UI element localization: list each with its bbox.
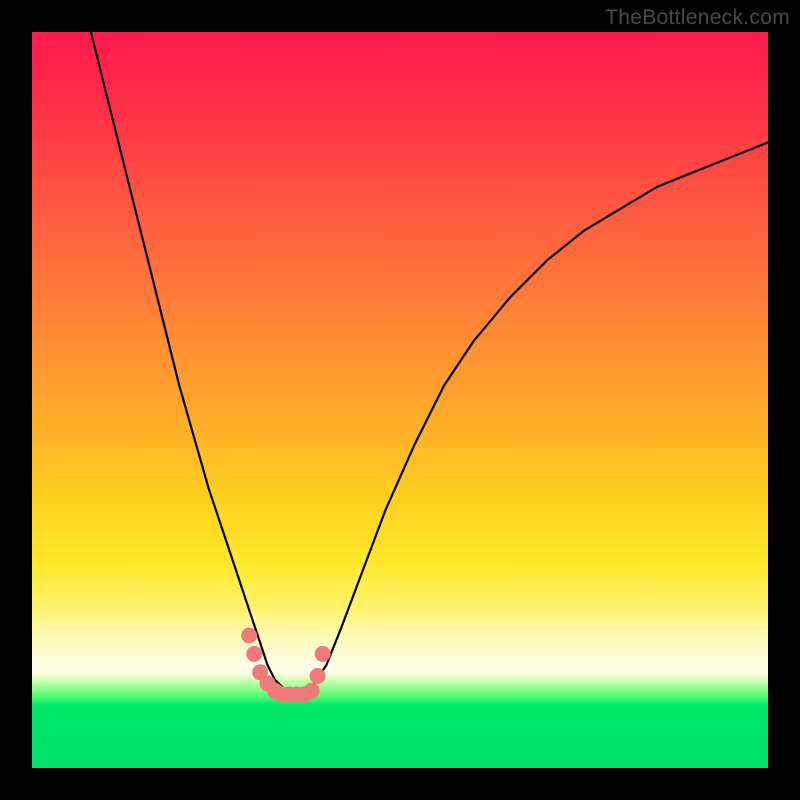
plot-area — [32, 32, 768, 768]
highlight-dot — [310, 669, 325, 684]
curve-layer — [32, 32, 768, 768]
chart-frame: TheBottleneck.com — [0, 0, 800, 800]
bottleneck-curve — [91, 32, 768, 694]
highlight-points — [242, 628, 331, 702]
highlight-dot — [315, 646, 330, 661]
watermark-label: TheBottleneck.com — [605, 6, 790, 30]
highlight-dot — [247, 646, 262, 661]
highlight-dot — [304, 683, 319, 698]
highlight-dot — [242, 628, 257, 643]
